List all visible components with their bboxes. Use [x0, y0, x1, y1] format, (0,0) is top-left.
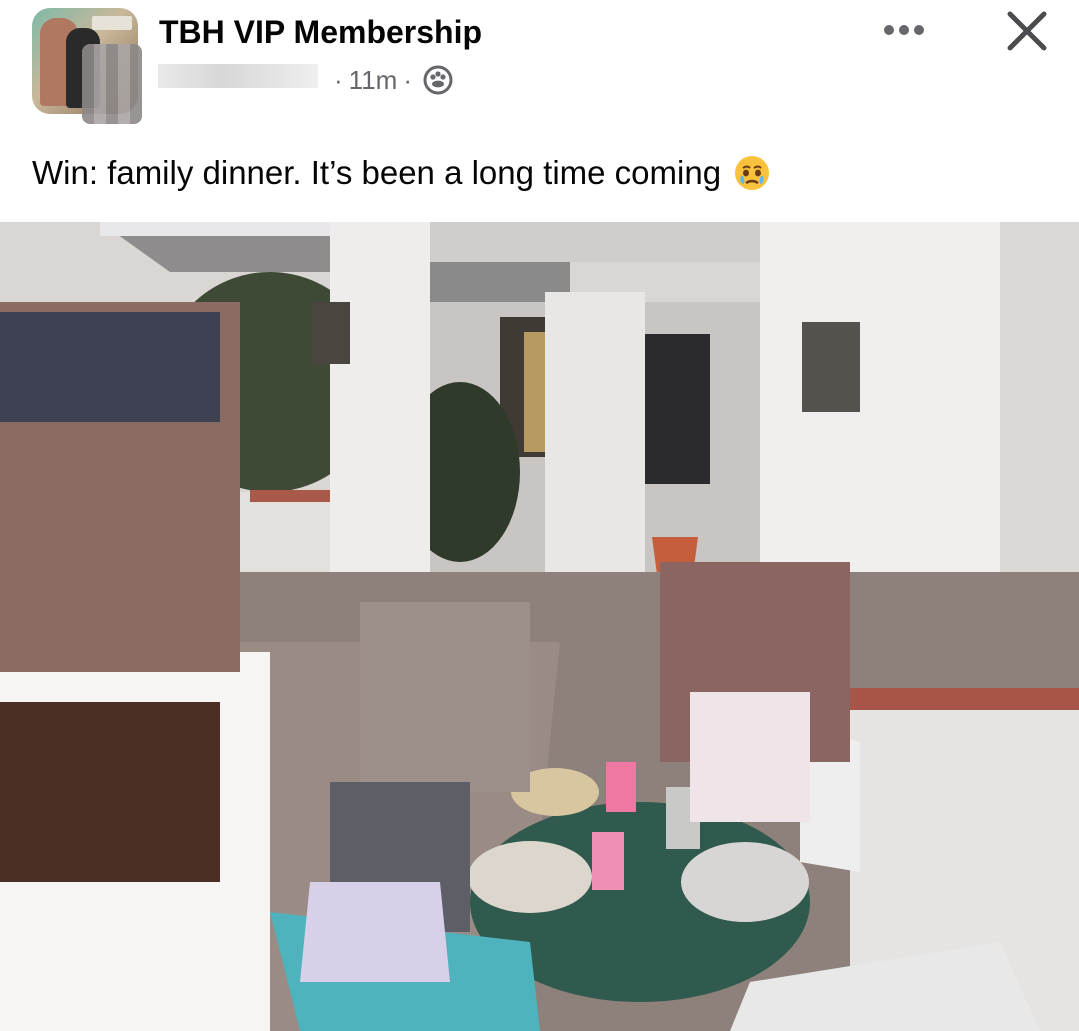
- post-photo[interactable]: [0, 222, 1079, 1031]
- group-name-link[interactable]: TBH VIP Membership: [159, 14, 482, 51]
- post-timestamp[interactable]: 11m: [349, 65, 398, 96]
- face-holding-back-tears-icon: [735, 156, 770, 190]
- wall-lamp-left: [312, 302, 350, 364]
- post-header: TBH VIP Membership · 11m ·: [0, 0, 1079, 130]
- meta-separator-2: ·: [403, 64, 412, 95]
- meta-separator-1: ·: [334, 64, 343, 95]
- child-skirt: [300, 882, 450, 982]
- brick-cap-right: [850, 688, 1079, 710]
- column-middle: [545, 292, 645, 602]
- post-meta: · 11m ·: [328, 64, 454, 96]
- pink-cup-1: [592, 832, 624, 890]
- roof-fascia: [100, 222, 330, 236]
- woman-body: [690, 692, 810, 822]
- person-left-hair-pixelated: [0, 312, 220, 422]
- platter-left: [468, 841, 592, 913]
- redacted-user-avatar: [82, 44, 142, 124]
- redacted-author-name: [158, 64, 318, 88]
- members-icon: [423, 65, 453, 95]
- child-face-pixelated: [360, 602, 530, 792]
- avatar-text-card: [92, 16, 132, 30]
- close-icon[interactable]: [1004, 8, 1050, 54]
- more-horizontal-icon[interactable]: [880, 14, 930, 46]
- post-caption: Win: family dinner. It’s been a long tim…: [32, 154, 771, 192]
- platter-right: [681, 842, 809, 922]
- window-shutter: [640, 334, 710, 484]
- pink-cup-2: [606, 762, 636, 812]
- person-left-skin: [0, 702, 220, 882]
- caption-text: Win: family dinner. It’s been a long tim…: [32, 154, 722, 191]
- brick-cap-left: [250, 490, 330, 502]
- wall-lamp-right: [802, 322, 860, 412]
